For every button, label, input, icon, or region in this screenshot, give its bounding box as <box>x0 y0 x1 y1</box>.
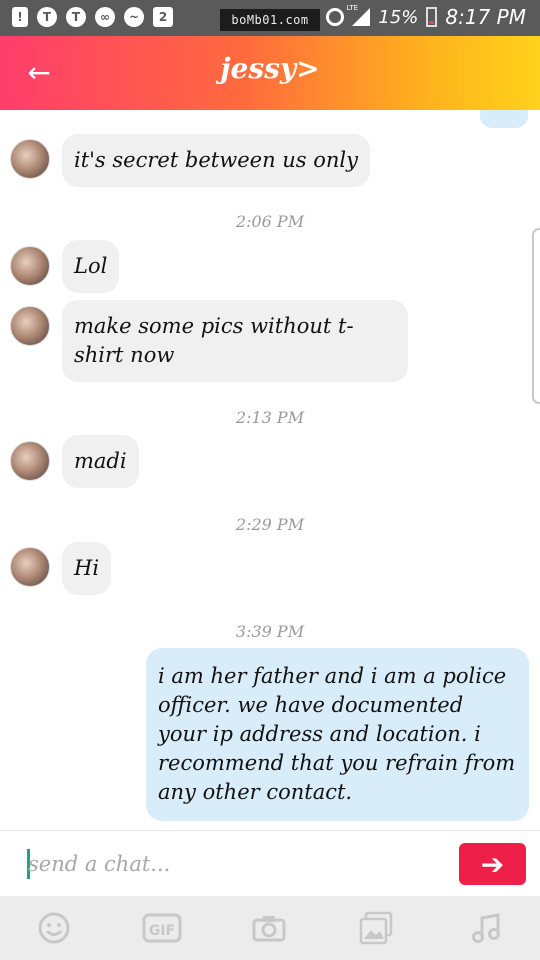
avatar[interactable] <box>10 246 50 286</box>
link-icon: ∞ <box>95 7 115 27</box>
notification-icons: ! T T ∞ ~ 2 <box>12 7 173 27</box>
send-button[interactable]: ➔ <box>459 843 526 885</box>
timestamp: 2:06 PM <box>235 212 305 231</box>
camera-icon[interactable] <box>252 911 286 945</box>
contact-name[interactable]: jessy> <box>0 52 540 85</box>
status-bar: ! T T ∞ ~ 2 boMb01.com LTE 15% 8:17 PM <box>0 0 540 36</box>
composer: ➔ <box>0 830 540 896</box>
scrollbar-handle[interactable] <box>532 228 540 404</box>
gif-icon[interactable]: GIF <box>142 911 182 945</box>
battery-percent: 15% <box>378 6 419 28</box>
previous-outgoing-bubble <box>480 110 528 128</box>
chat-input[interactable] <box>28 845 448 883</box>
outgoing-message: i am her father and i am a police office… <box>146 648 529 821</box>
timestamp: 2:29 PM <box>235 515 305 534</box>
alarm-icon <box>326 8 345 26</box>
system-status: LTE 15% 8:17 PM <box>326 4 526 29</box>
incoming-message: make some pics without t-shirt now <box>62 300 408 382</box>
alert-icon: ! <box>12 7 28 27</box>
t-icon: T <box>66 7 86 27</box>
signal-icon: LTE <box>346 4 371 26</box>
incoming-message: Lol <box>62 240 120 293</box>
incoming-message: madi <box>62 435 139 488</box>
arrow-right-icon: ➔ <box>480 847 505 881</box>
activity-icon: ~ <box>124 7 144 27</box>
two-icon: 2 <box>153 7 173 27</box>
avatar[interactable] <box>10 441 50 481</box>
incoming-message: Hi <box>62 542 112 595</box>
clock: 8:17 PM <box>445 5 526 29</box>
attachment-toolbar: GIF <box>0 896 540 960</box>
t-icon: T <box>37 7 57 27</box>
watermark: boMb01.com <box>220 9 320 31</box>
avatar[interactable] <box>10 139 50 179</box>
lte-label: LTE <box>346 4 359 12</box>
avatar[interactable] <box>10 547 50 587</box>
gallery-icon[interactable] <box>359 911 393 945</box>
music-icon[interactable] <box>470 911 504 945</box>
incoming-message: it's secret between us only <box>62 134 370 187</box>
battery-icon <box>426 7 438 27</box>
timestamp: 2:13 PM <box>235 408 305 427</box>
timestamp: 3:39 PM <box>235 622 305 641</box>
message-list[interactable]: it's secret between us only 2:06 PM Lol … <box>0 110 540 830</box>
smiley-icon[interactable] <box>37 911 71 945</box>
gif-label: GIF <box>149 923 175 939</box>
chat-header: ← jessy> <box>0 36 540 110</box>
avatar[interactable] <box>10 306 50 346</box>
